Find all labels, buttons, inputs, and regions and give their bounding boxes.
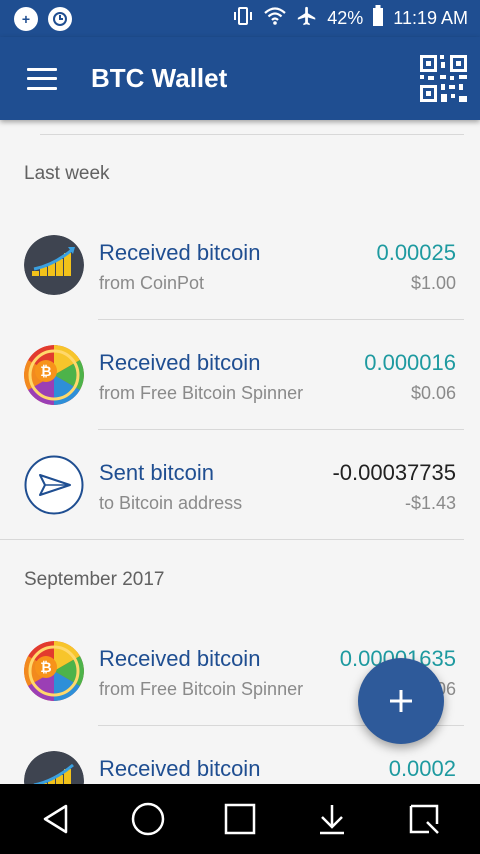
transaction-amount: 0.00025 bbox=[376, 240, 456, 265]
download-icon[interactable] bbox=[307, 794, 357, 844]
clock-time: 11:19 AM bbox=[393, 8, 468, 28]
page-title: BTC Wallet bbox=[91, 63, 228, 93]
transaction-destination: to Bitcoin address bbox=[99, 493, 243, 513]
transaction-title: Received bitcoin bbox=[99, 240, 261, 265]
plus-icon bbox=[390, 690, 412, 712]
back-icon[interactable] bbox=[31, 794, 81, 844]
transaction-amount: 0.0002 bbox=[388, 756, 456, 781]
airplane-icon bbox=[296, 5, 318, 32]
transaction-row[interactable]: Received bitcoin from CoinPot 0.00025 $1… bbox=[0, 210, 480, 320]
spinner-wheel-logo: ₿ bbox=[24, 345, 84, 405]
system-nav-bar bbox=[0, 784, 480, 854]
transaction-source: from Free Bitcoin Spinner bbox=[99, 679, 304, 699]
add-button[interactable] bbox=[358, 658, 444, 744]
spinner-wheel-logo: ₿ bbox=[24, 641, 84, 701]
app-bar: BTC Wallet bbox=[0, 37, 480, 120]
divider bbox=[40, 134, 464, 135]
hamburger-menu-icon[interactable] bbox=[27, 67, 57, 90]
transaction-title: Sent bitcoin bbox=[99, 460, 214, 485]
vibrate-icon bbox=[232, 6, 254, 31]
divider bbox=[0, 539, 464, 540]
notification-clock-icon bbox=[48, 6, 72, 31]
svg-text:₿: ₿ bbox=[40, 660, 51, 676]
transaction-source: from CoinPot bbox=[99, 273, 205, 293]
transaction-title: Received bitcoin bbox=[99, 756, 261, 781]
transaction-fiat-value: -$1.43 bbox=[404, 493, 456, 513]
transaction-row[interactable]: Sent bitcoin to Bitcoin address -0.00037… bbox=[0, 430, 480, 540]
transaction-title: Received bitcoin bbox=[99, 350, 261, 375]
battery-percent: 42% bbox=[327, 8, 364, 28]
transaction-amount: 0.000016 bbox=[364, 350, 456, 375]
svg-text:₿: ₿ bbox=[40, 364, 51, 380]
transaction-title: Received bitcoin bbox=[99, 646, 261, 671]
home-icon[interactable] bbox=[123, 794, 173, 844]
status-bar: + 42% 11:19 AM bbox=[0, 0, 480, 37]
transaction-amount: -0.00037735 bbox=[332, 460, 456, 485]
coinpot-logo bbox=[24, 751, 84, 784]
coinpot-logo bbox=[24, 235, 84, 295]
transaction-fiat-value: $1.00 bbox=[410, 273, 456, 293]
section-header-last-week: Last week bbox=[24, 163, 110, 184]
notification-plus-icon: + bbox=[14, 6, 38, 31]
wifi-icon bbox=[263, 6, 287, 31]
transaction-row[interactable]: ₿ Received bitcoin from Free Bitcoin Spi… bbox=[0, 320, 480, 430]
section-header-september-2017: September 2017 bbox=[24, 569, 165, 590]
qr-code-icon[interactable] bbox=[419, 54, 468, 103]
screenshot-icon[interactable] bbox=[399, 794, 449, 844]
transaction-fiat-value: $0.06 bbox=[410, 383, 456, 403]
battery-icon bbox=[372, 5, 384, 32]
transaction-source: from Free Bitcoin Spinner bbox=[99, 383, 304, 403]
send-icon bbox=[24, 455, 84, 515]
recents-icon[interactable] bbox=[215, 794, 265, 844]
